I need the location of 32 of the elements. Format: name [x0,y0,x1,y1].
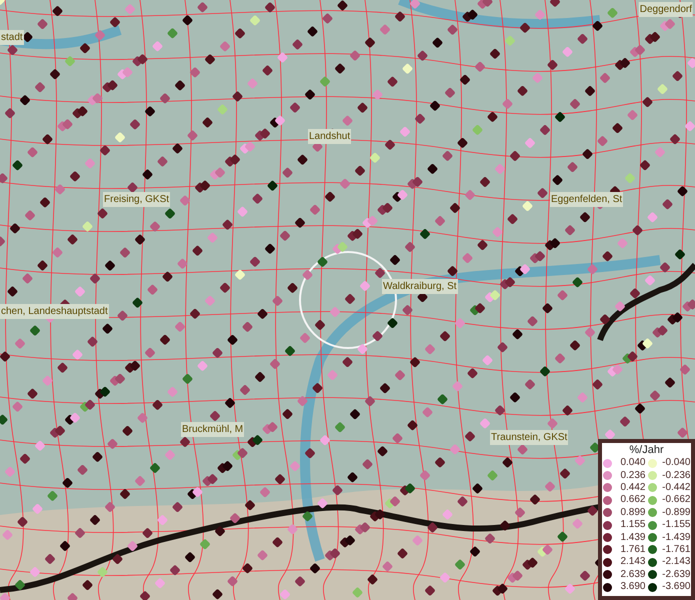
legend-label: -0.662 [661,494,690,506]
legend-label: 2.143 [619,556,646,568]
legend-label: -1.155 [661,519,690,532]
place-label: Waldkraiburg, St [382,279,458,294]
legend-label: -0.040 [661,457,690,470]
legend-label: 0.040 [619,457,646,470]
legend-label: 0.236 [619,470,646,482]
legend-label: 0.442 [619,482,646,494]
legend-label: 0.899 [619,506,646,519]
place-label: Bruckmühl, M [181,422,244,437]
place-label: Deggendorf [638,2,693,17]
place-label: Traunstein, GKSt [490,430,568,445]
legend-label: -0.236 [661,470,690,482]
legend-label: -0.442 [661,482,690,494]
legend-label: -1.439 [661,532,690,544]
legend-label: -2.143 [661,556,690,568]
legend-label: 1.761 [619,544,646,556]
place-label: Landshut [308,129,352,144]
place-label: stadt [0,30,24,45]
place-label: Eggenfelden, St [550,192,624,207]
legend-title: %/Jahr [629,444,664,457]
legend-label: 0.662 [619,494,646,506]
legend-label: -0.899 [661,506,690,519]
place-label: Freising, GKSt [103,192,170,207]
legend-label: 1.439 [619,532,646,544]
legend-label: -2.639 [661,568,690,581]
legend-label: 3.690 [619,581,646,594]
legend-label: -1.761 [661,544,690,556]
place-label: chen, Landeshauptstadt [0,304,109,319]
legend-label: 2.639 [619,568,646,581]
legend-label: -3.690 [661,581,690,594]
legend-label: 1.155 [619,519,646,532]
